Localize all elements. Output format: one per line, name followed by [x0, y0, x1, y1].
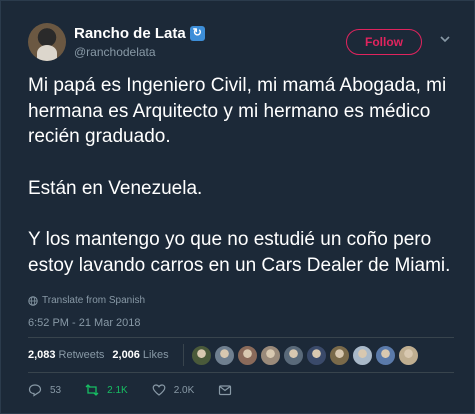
retweet-button[interactable]: 2.1K: [85, 383, 128, 397]
stats-separator: [182, 344, 184, 366]
tweet-body: Mi papá es Ingeniero Civil, mi mamá Abog…: [28, 73, 458, 278]
globe-icon: [28, 295, 38, 306]
tweet-paragraph: Están en Venezuela.: [28, 177, 203, 199]
like-count: 2.0K: [173, 384, 195, 396]
tweet-timestamp[interactable]: 6:52 PM - 21 Mar 2018: [28, 317, 141, 329]
liker-avatar[interactable]: [351, 344, 373, 366]
verified-icon: ↻: [189, 26, 205, 41]
divider: [28, 372, 454, 373]
likes-stat[interactable]: 2,006 Likes: [112, 349, 168, 361]
reply-icon: [28, 384, 42, 397]
author-display-name[interactable]: Rancho de Lata ↻: [74, 25, 205, 42]
reply-button[interactable]: 53: [28, 383, 61, 397]
likes-label: Likes: [142, 349, 169, 361]
retweets-stat[interactable]: 2,083 Retweets: [28, 349, 104, 361]
tweet-header: Rancho de Lata ↻ @ranchodelata Follow: [28, 23, 454, 63]
retweet-icon: [85, 384, 99, 396]
author-info: Rancho de Lata ↻ @ranchodelata: [74, 25, 205, 59]
translate-link[interactable]: Translate from Spanish: [28, 295, 145, 306]
liker-avatar[interactable]: [328, 344, 350, 366]
like-icon: [152, 384, 166, 396]
translate-label[interactable]: Translate from Spanish: [42, 295, 145, 306]
liker-avatars: [190, 344, 419, 366]
reply-count: 53: [50, 384, 62, 396]
like-button[interactable]: 2.0K: [152, 383, 195, 397]
liker-avatar[interactable]: [190, 344, 212, 366]
direct-message-button[interactable]: [218, 383, 232, 397]
chevron-down-icon[interactable]: [438, 32, 452, 46]
likes-count: 2,006: [112, 349, 140, 361]
liker-avatar[interactable]: [305, 344, 327, 366]
liker-avatar[interactable]: [213, 344, 235, 366]
follow-button[interactable]: Follow: [346, 29, 422, 55]
message-icon: [219, 385, 232, 396]
liker-avatar[interactable]: [397, 344, 419, 366]
author-handle[interactable]: @ranchodelata: [74, 45, 205, 59]
avatar[interactable]: [28, 23, 66, 61]
tweet-paragraph: Mi papá es Ingeniero Civil, mi mamá Abog…: [28, 75, 447, 147]
display-name-text[interactable]: Rancho de Lata: [74, 25, 186, 42]
retweets-label: Retweets: [58, 349, 105, 361]
liker-avatar[interactable]: [236, 344, 258, 366]
retweets-count: 2,083: [28, 349, 56, 361]
retweet-count: 2.1K: [107, 384, 128, 396]
liker-avatar[interactable]: [374, 344, 396, 366]
liker-avatar[interactable]: [282, 344, 304, 366]
divider: [28, 337, 454, 338]
engagement-stats: 2,083 Retweets 2,006 Likes: [28, 344, 419, 366]
liker-avatar[interactable]: [259, 344, 281, 366]
tweet-actions: 53 2.1K 2.0K: [28, 381, 256, 399]
tweet-card: Rancho de Lata ↻ @ranchodelata Follow Mi…: [0, 0, 475, 414]
tweet-paragraph: Y los mantengo yo que no estudié un coño…: [28, 229, 451, 276]
